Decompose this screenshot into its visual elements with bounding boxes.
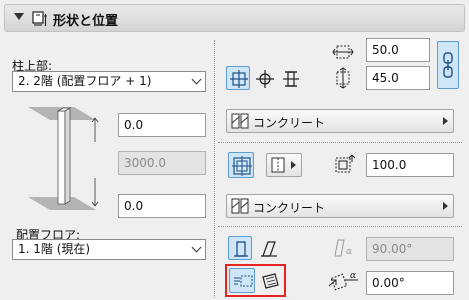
chevron-down-icon: [191, 74, 202, 85]
slanted-column-icon: [261, 241, 277, 257]
depth-input[interactable]: 45.0: [366, 66, 430, 90]
slanted-column-button[interactable]: [256, 236, 280, 260]
width-dimension-icon: [332, 45, 354, 59]
veneer-material-label: コンクリート: [253, 201, 326, 215]
column-section-icon: [283, 71, 299, 87]
anchor-symbol-button[interactable]: [278, 66, 302, 90]
rotation-angle-icon: α: [328, 271, 358, 291]
material-swatch-icon: [231, 113, 249, 129]
chevron-right-icon: [443, 117, 448, 125]
grid-rotation-icon: [234, 275, 253, 287]
section-divider: [218, 226, 462, 227]
veneer-swatch-icon: [271, 157, 285, 173]
height-input: 3000.0: [118, 151, 206, 175]
link-dimensions-button[interactable]: [437, 41, 459, 89]
column-3d-illustration: [28, 107, 99, 210]
chevron-right-icon: [443, 202, 448, 210]
rotation-angle-input[interactable]: 0.00°: [366, 271, 454, 295]
slant-angle-icon: α: [334, 239, 352, 257]
rotate-free-button[interactable]: [256, 268, 282, 293]
width-input[interactable]: 50.0: [366, 38, 430, 62]
section-divider: [218, 142, 462, 143]
home-story-select-value: 1. 1階 (現在): [18, 242, 91, 256]
material-swatch-icon: [231, 198, 249, 214]
vertical-column-icon: [234, 241, 248, 257]
panel-title: 形状と位置: [53, 14, 119, 29]
anchor-center-icon: [230, 70, 248, 88]
free-rotation-icon: [262, 273, 279, 289]
veneer-thickness-icon: [335, 154, 356, 173]
svg-text:α: α: [350, 271, 356, 281]
chevron-down-icon: [191, 242, 202, 253]
veneer-type-button[interactable]: [228, 152, 254, 178]
bottom-offset-input[interactable]: 0.0: [118, 194, 206, 218]
slant-angle-input: 90.00°: [366, 237, 454, 261]
top-offset-input[interactable]: 0.0: [118, 113, 206, 137]
collapse-triangle-icon[interactable]: [14, 13, 24, 20]
panel-header[interactable]: 形状と位置: [4, 4, 465, 32]
home-story-select[interactable]: 1. 1階 (現在): [12, 239, 206, 260]
vertical-column-button[interactable]: [228, 236, 252, 260]
column-divider: [214, 40, 215, 298]
anchor-center-button[interactable]: [226, 66, 250, 90]
veneer-thickness-input[interactable]: 100.0: [366, 153, 454, 177]
top-link-select[interactable]: 2. 2階 (配置フロア + 1): [12, 71, 206, 92]
chevron-right-icon: [291, 161, 296, 169]
rotate-grid-button[interactable]: [229, 268, 255, 293]
column-shape-icon: [32, 11, 47, 26]
top-link-select-value: 2. 2階 (配置フロア + 1): [18, 74, 152, 88]
veneer-core-icon: [232, 156, 252, 176]
anchor-crosshair-button[interactable]: [252, 66, 276, 90]
svg-text:α: α: [346, 247, 352, 257]
crosshair-icon: [256, 70, 274, 88]
core-material-selector[interactable]: コンクリート: [226, 109, 454, 133]
veneer-material-selector[interactable]: コンクリート: [226, 194, 454, 218]
veneer-option-dropdown[interactable]: [266, 153, 302, 177]
chain-link-icon: [443, 52, 453, 78]
depth-dimension-icon: [336, 67, 350, 89]
core-material-label: コンクリート: [253, 116, 326, 130]
